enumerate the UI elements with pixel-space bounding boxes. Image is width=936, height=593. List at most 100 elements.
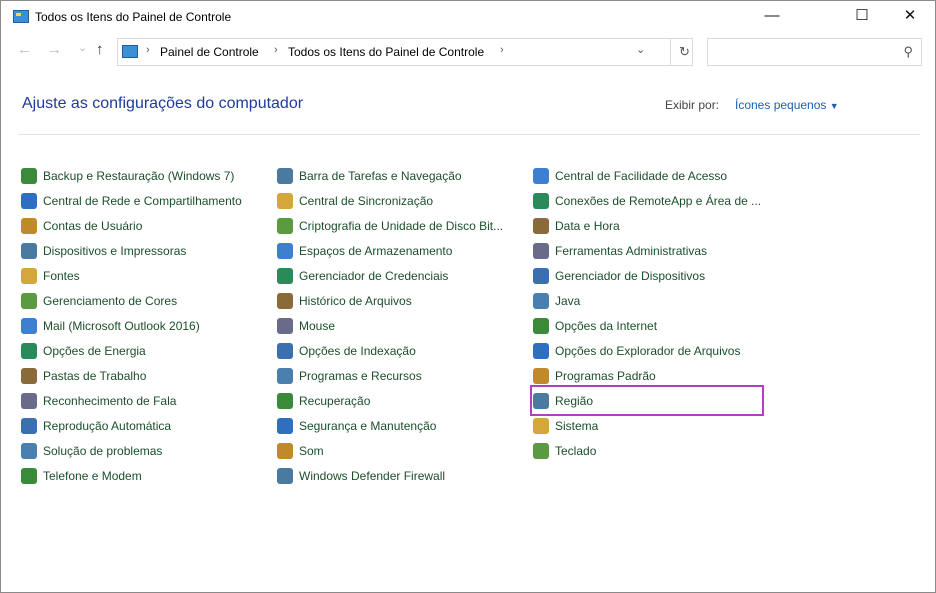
- control-panel-item[interactable]: Programas Padrão: [533, 363, 761, 388]
- minimize-button[interactable]: —: [749, 1, 795, 33]
- item-label: Criptografia de Unidade de Disco Bit...: [299, 218, 504, 233]
- item-label: Backup e Restauração (Windows 7): [43, 168, 235, 183]
- control-panel-item[interactable]: Recuperação: [277, 388, 503, 413]
- item-icon: [533, 442, 549, 459]
- control-panel-item[interactable]: Fontes: [21, 263, 242, 288]
- close-button[interactable]: ✕: [887, 1, 933, 33]
- control-panel-item[interactable]: Sistema: [533, 413, 761, 438]
- item-label: Central de Sincronização: [299, 193, 434, 208]
- control-panel-item[interactable]: Programas e Recursos: [277, 363, 503, 388]
- control-panel-item[interactable]: Ferramentas Administrativas: [533, 238, 761, 263]
- control-panel-item[interactable]: Opções do Explorador de Arquivos: [533, 338, 761, 363]
- item-icon: [533, 167, 549, 184]
- item-icon: [21, 292, 37, 309]
- item-label: Histórico de Arquivos: [299, 293, 412, 308]
- search-input[interactable]: ⚲: [707, 38, 922, 66]
- control-panel-icon: [13, 10, 29, 23]
- control-panel-item[interactable]: Solução de problemas: [21, 438, 242, 463]
- item-label: Barra de Tarefas e Navegação: [299, 168, 462, 183]
- item-icon: [21, 367, 37, 384]
- address-dropdown-icon[interactable]: ⌄: [636, 43, 645, 56]
- control-panel-item[interactable]: Pastas de Trabalho: [21, 363, 242, 388]
- control-panel-item[interactable]: Mouse: [277, 313, 503, 338]
- up-arrow-icon[interactable]: ↑: [96, 41, 104, 58]
- control-panel-item[interactable]: Reprodução Automática: [21, 413, 242, 438]
- item-label: Conexões de RemoteApp e Área de ...: [555, 193, 762, 208]
- control-panel-item[interactable]: Windows Defender Firewall: [277, 463, 503, 488]
- divider: [18, 134, 920, 135]
- item-label: Teclado: [555, 443, 597, 458]
- breadcrumb-item[interactable]: Todos os Itens do Painel de Controle: [288, 45, 484, 59]
- control-panel-item[interactable]: Telefone e Modem: [21, 463, 242, 488]
- control-panel-item[interactable]: Barra de Tarefas e Navegação: [277, 163, 503, 188]
- item-label: Gerenciador de Credenciais: [299, 268, 449, 283]
- control-panel-item[interactable]: Gerenciador de Credenciais: [277, 263, 503, 288]
- item-icon: [21, 217, 37, 234]
- control-panel-item[interactable]: Central de Facilidade de Acesso: [533, 163, 761, 188]
- chevron-right-icon: ›: [146, 44, 150, 56]
- item-label: Opções de Energia: [43, 343, 146, 358]
- control-panel-item[interactable]: Backup e Restauração (Windows 7): [21, 163, 242, 188]
- column-3: Central de Facilidade de Acesso Conexões …: [529, 163, 765, 463]
- item-icon: [277, 392, 293, 409]
- item-icon: [533, 417, 549, 434]
- view-by-dropdown[interactable]: Ícones pequenos ▼: [735, 98, 839, 112]
- control-panel-item[interactable]: Som: [277, 438, 503, 463]
- forward-arrow-icon[interactable]: →: [47, 41, 62, 58]
- item-label: Espaços de Armazenamento: [299, 243, 453, 258]
- control-panel-item[interactable]: Opções de Indexação: [277, 338, 503, 363]
- control-panel-item[interactable]: Opções da Internet: [533, 313, 761, 338]
- control-panel-item[interactable]: Histórico de Arquivos: [277, 288, 503, 313]
- control-panel-item[interactable]: Teclado: [533, 438, 761, 463]
- control-panel-item[interactable]: Mail (Microsoft Outlook 2016): [21, 313, 242, 338]
- view-by-value: Ícones pequenos: [735, 98, 827, 112]
- control-panel-item[interactable]: Gerenciador de Dispositivos: [533, 263, 761, 288]
- breadcrumb-item[interactable]: Painel de Controle: [160, 45, 259, 59]
- item-label: Telefone e Modem: [43, 468, 142, 483]
- item-icon: [21, 267, 37, 284]
- item-label: Central de Facilidade de Acesso: [555, 168, 728, 183]
- item-label: Mouse: [299, 318, 336, 333]
- control-panel-item[interactable]: Data e Hora: [533, 213, 761, 238]
- control-panel-item[interactable]: Conexões de RemoteApp e Área de ...: [533, 188, 761, 213]
- control-panel-item[interactable]: Contas de Usuário: [21, 213, 242, 238]
- item-icon: [277, 417, 293, 434]
- item-label: Opções da Internet: [555, 318, 658, 333]
- item-label: Dispositivos e Impressoras: [43, 243, 187, 258]
- item-label: Opções de Indexação: [299, 343, 416, 358]
- control-panel-item[interactable]: Dispositivos e Impressoras: [21, 238, 242, 263]
- control-panel-item[interactable]: Região: [529, 385, 765, 416]
- item-icon: [533, 392, 549, 409]
- item-icon: [277, 442, 293, 459]
- control-panel-item[interactable]: Segurança e Manutenção: [277, 413, 503, 438]
- item-label: Data e Hora: [555, 218, 620, 233]
- item-icon: [533, 192, 549, 209]
- recent-locations-icon[interactable]: ⌄: [78, 41, 87, 54]
- item-label: Reconhecimento de Fala: [43, 393, 177, 408]
- maximize-button[interactable]: ☐: [839, 1, 885, 33]
- control-panel-item[interactable]: Criptografia de Unidade de Disco Bit...: [277, 213, 503, 238]
- control-panel-item[interactable]: Gerenciamento de Cores: [21, 288, 242, 313]
- item-icon: [277, 167, 293, 184]
- item-icon: [21, 167, 37, 184]
- item-icon: [533, 217, 549, 234]
- control-panel-item[interactable]: Opções de Energia: [21, 338, 242, 363]
- item-label: Ferramentas Administrativas: [555, 243, 708, 258]
- item-icon: [21, 317, 37, 334]
- item-icon: [533, 267, 549, 284]
- item-label: Solução de problemas: [43, 443, 163, 458]
- control-panel-item[interactable]: Java: [533, 288, 761, 313]
- item-label: Recuperação: [299, 393, 371, 408]
- control-panel-item[interactable]: Espaços de Armazenamento: [277, 238, 503, 263]
- refresh-icon[interactable]: ↻: [670, 39, 690, 65]
- chevron-right-icon[interactable]: ›: [500, 44, 504, 56]
- control-panel-item[interactable]: Central de Sincronização: [277, 188, 503, 213]
- item-icon: [277, 342, 293, 359]
- item-label: Opções do Explorador de Arquivos: [555, 343, 741, 358]
- item-icon: [21, 417, 37, 434]
- control-panel-item[interactable]: Reconhecimento de Fala: [21, 388, 242, 413]
- address-bar[interactable]: › Painel de Controle › Todos os Itens do…: [117, 38, 693, 66]
- back-arrow-icon[interactable]: ←: [17, 41, 32, 58]
- item-icon: [277, 217, 293, 234]
- control-panel-item[interactable]: Central de Rede e Compartilhamento: [21, 188, 242, 213]
